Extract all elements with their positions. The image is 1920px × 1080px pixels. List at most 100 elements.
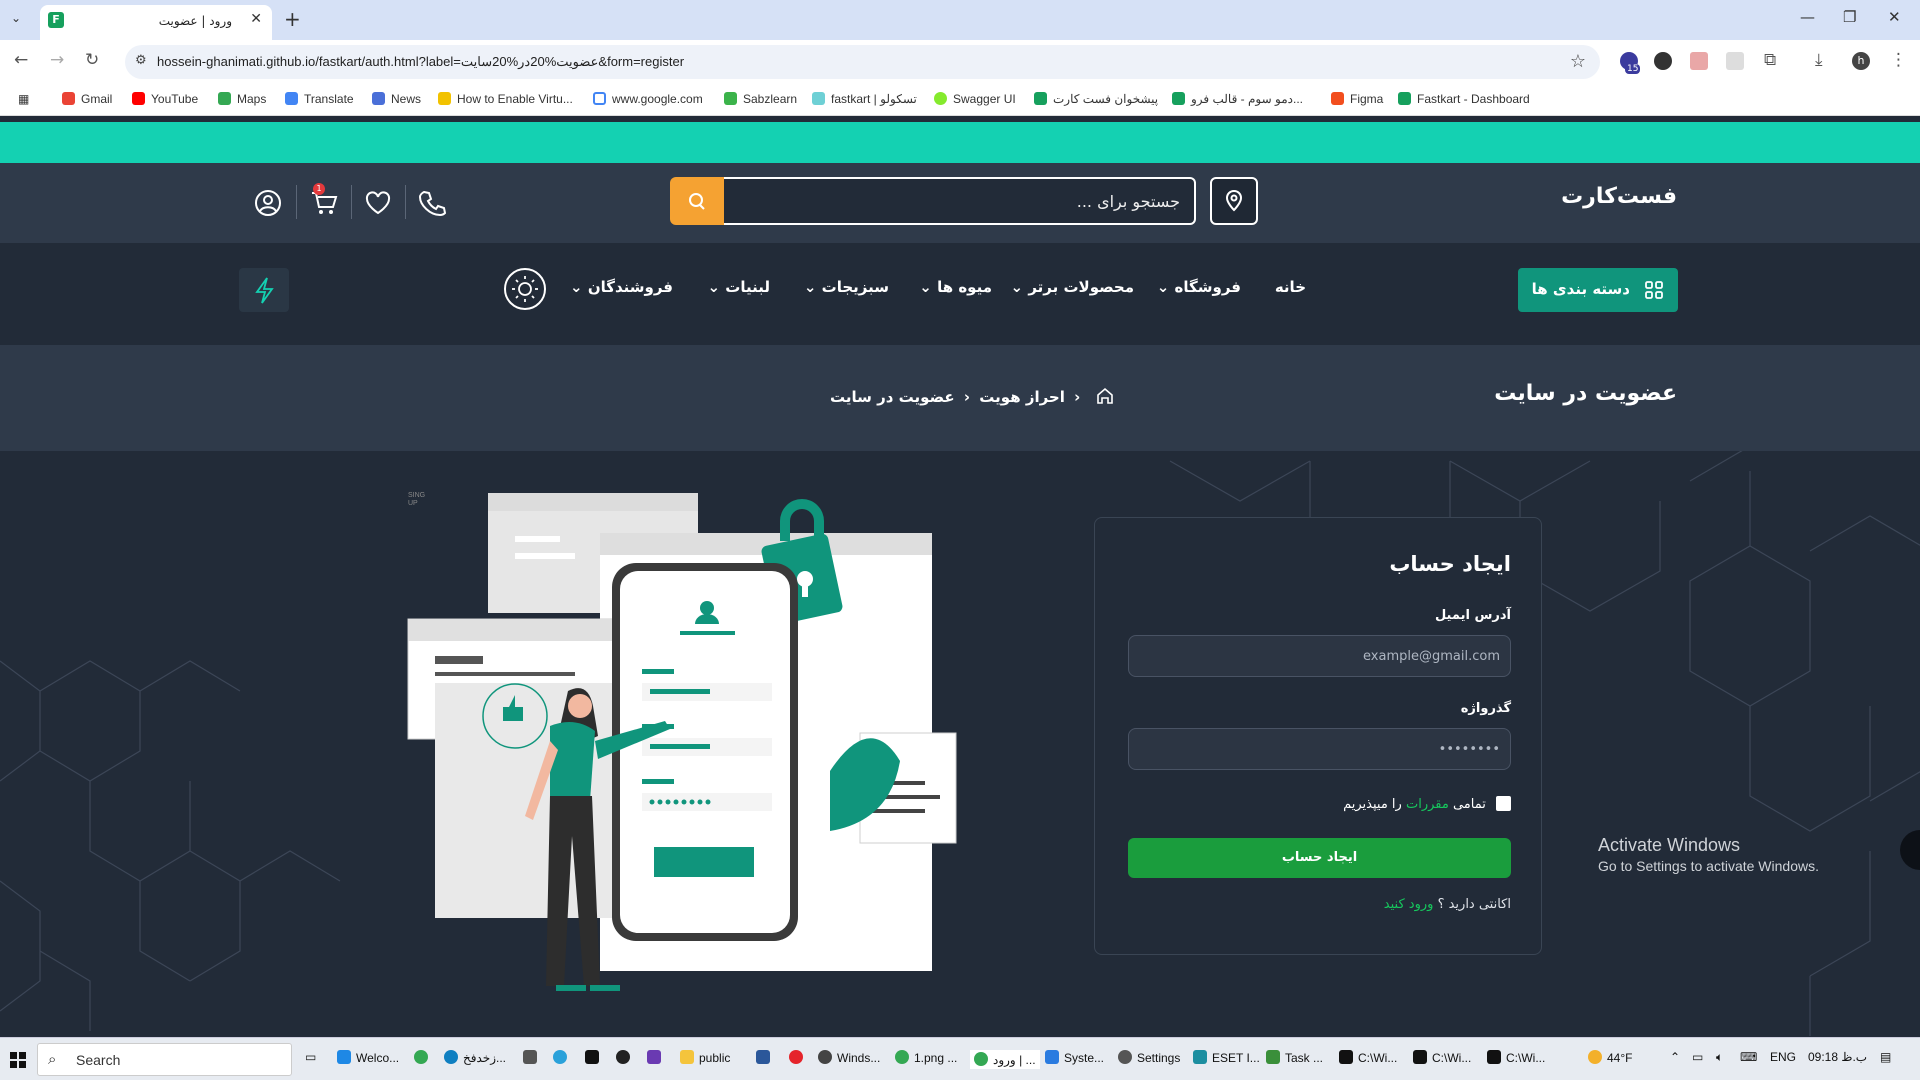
taskbar-app-edge[interactable]: زخدفخ... (444, 1050, 506, 1065)
taskbar-app-word[interactable] (756, 1050, 775, 1065)
user-icon[interactable] (254, 189, 282, 217)
create-account-button[interactable]: ایجاد حساب (1128, 838, 1511, 878)
bookmark-fastkart-dashboard[interactable]: Fastkart - Dashboard (1398, 92, 1530, 106)
bookmark-virtu[interactable]: How to Enable Virtu... (438, 92, 573, 106)
sun-icon (512, 276, 538, 302)
login-link[interactable]: ورود کنید (1384, 897, 1434, 912)
bookmark-news[interactable]: News (372, 92, 421, 106)
search-box (724, 177, 1196, 225)
nav-item-home[interactable]: خانه (1275, 278, 1306, 296)
minimize-icon[interactable]: — (1800, 8, 1815, 26)
terms-checkbox[interactable] (1496, 796, 1511, 811)
terms-link[interactable]: مقررات (1406, 797, 1449, 812)
task-view-icon[interactable]: ▭ (305, 1050, 316, 1064)
site-logo[interactable]: فست‌کارت (1561, 184, 1677, 209)
breadcrumb: ‹ احراز هویت ‹ عضویت در سایت (830, 387, 1114, 406)
bookmark-sabzlearn[interactable]: Sabzlearn (724, 92, 797, 106)
taskbar-app-store[interactable] (523, 1050, 542, 1065)
taskbar-app-opera[interactable] (789, 1050, 808, 1065)
email-input[interactable] (1129, 636, 1510, 676)
new-tab-icon[interactable]: + (284, 7, 301, 31)
theme-toggle-button[interactable] (504, 268, 546, 310)
search-input[interactable] (724, 179, 1194, 223)
taskbar-app-github[interactable] (616, 1050, 635, 1065)
breadcrumb-auth[interactable]: احراز هویت (979, 388, 1065, 406)
weather-widget[interactable]: 44°F (1588, 1050, 1632, 1065)
taskbar-app-system[interactable]: Syste... (1045, 1050, 1104, 1065)
keyboard-icon[interactable]: ⌨ (1740, 1050, 1757, 1064)
taskbar-app-cmd-3[interactable]: C:\Wi... (1487, 1050, 1545, 1065)
signup-illustration: SING UP (407, 492, 957, 991)
taskbar-app-png[interactable]: 1.png ... (895, 1050, 957, 1065)
taskbar-app-telegram[interactable] (553, 1050, 572, 1065)
search-button[interactable] (670, 177, 724, 225)
address-bar[interactable]: ⚙ hossein-ghanimati.github.io/fastkart/a… (125, 45, 1600, 79)
bookmark-google[interactable]: www.google.com (593, 92, 703, 106)
browser-toolbar: ← → ↻ ⚙ hossein-ghanimati.github.io/fast… (0, 40, 1920, 84)
network-icon[interactable]: ▭ (1692, 1050, 1703, 1064)
download-icon[interactable]: ⤓ (1815, 50, 1823, 70)
bookmark-figma[interactable]: Figma (1331, 92, 1383, 106)
taskbar-app-pycharm[interactable] (585, 1050, 604, 1065)
taskbar-app-explorer[interactable]: public (680, 1050, 730, 1065)
profile-avatar[interactable]: h (1852, 52, 1870, 70)
notifications-icon[interactable]: ▤ (1880, 1050, 1891, 1064)
email-field (1128, 635, 1511, 677)
bookmark-maps[interactable]: Maps (218, 92, 266, 106)
taskbar-search[interactable]: ⌕ Search (37, 1043, 292, 1076)
site-info-icon[interactable]: ⚙ (135, 53, 147, 68)
nav-item-shop[interactable]: فروشگاه ⌄ (1157, 278, 1241, 296)
bookmark-youtube[interactable]: YouTube (132, 92, 198, 106)
nav-item-top-products[interactable]: محصولات برتر ⌄ (1011, 278, 1134, 296)
deal-button[interactable] (239, 268, 289, 312)
wishlist-heart-icon[interactable] (364, 189, 392, 217)
close-window-icon[interactable]: ✕ (1888, 8, 1901, 26)
extension-icon-3[interactable] (1690, 52, 1708, 70)
nav-item-sellers[interactable]: فروشندگان ⌄ (570, 278, 673, 296)
bookmark-translate[interactable]: Translate (285, 92, 354, 106)
taskbar-app-vscode[interactable]: Welco... (337, 1050, 399, 1065)
windows-start-icon[interactable] (10, 1052, 26, 1068)
taskbar-app-settings[interactable]: Settings (1118, 1050, 1180, 1065)
location-button[interactable] (1210, 177, 1258, 225)
browser-tab[interactable]: F ورود | عضویت ✕ (40, 5, 272, 40)
close-tab-icon[interactable]: ✕ (250, 11, 262, 27)
taskbar-app-winds[interactable]: Winds... (818, 1050, 880, 1065)
taskbar-app-cmd-1[interactable]: C:\Wi... (1339, 1050, 1397, 1065)
taskbar-app-eset[interactable]: ESET I... (1193, 1050, 1260, 1065)
bookmark-gmail[interactable]: Gmail (62, 92, 112, 106)
extensions-puzzle-icon[interactable]: ⧉ (1764, 50, 1776, 70)
home-icon[interactable] (1096, 387, 1114, 405)
bookmark-fastkart-panel[interactable]: پیشخوان فست کارت (1034, 92, 1158, 106)
nav-item-vegetables[interactable]: سبزیجات ⌄ (804, 278, 889, 296)
extension-icon-2[interactable] (1654, 52, 1672, 70)
reload-icon[interactable]: ↻ (85, 50, 99, 70)
nav-item-fruits[interactable]: میوه ها ⌄ (919, 278, 992, 296)
apps-grid-icon[interactable]: ▦ (18, 92, 29, 106)
tray-chevron-icon[interactable]: ⌃ (1670, 1050, 1680, 1064)
extension-icon-4[interactable] (1726, 52, 1744, 70)
taskbar-app-taskmgr[interactable]: Task ... (1266, 1050, 1323, 1065)
restore-icon[interactable]: ❐ (1843, 8, 1856, 26)
menu-kebab-icon[interactable]: ⋮ (1890, 50, 1907, 70)
nav-item-dairy[interactable]: لبنیات ⌄ (707, 278, 770, 296)
password-input[interactable] (1129, 729, 1510, 769)
page-title: عضویت در سایت (1494, 381, 1677, 406)
language-indicator[interactable]: ENG (1770, 1050, 1796, 1064)
clock[interactable]: 09:18 ب.ظ (1808, 1050, 1867, 1064)
search-icon (689, 193, 705, 210)
tab-search-icon[interactable]: ⌄ (11, 11, 21, 25)
bookmark-swagger[interactable]: Swagger UI (934, 92, 1016, 106)
taskbar-app-cmd-2[interactable]: C:\Wi... (1413, 1050, 1471, 1065)
back-icon[interactable]: ← (14, 50, 28, 70)
bookmark-star-icon[interactable]: ☆ (1570, 51, 1586, 72)
bookmark-fastkart-tskolo[interactable]: fastkart | تسکولو (812, 92, 917, 106)
categories-button[interactable]: دسته بندی ها (1518, 268, 1678, 312)
taskbar-app-chrome[interactable] (414, 1050, 433, 1065)
taskbar-app-vs[interactable] (647, 1050, 666, 1065)
forward-icon[interactable]: → (50, 50, 64, 70)
taskbar-app-current-chrome[interactable]: ورود | ... (970, 1050, 1040, 1069)
bookmark-demo3[interactable]: دمو سوم - قالب فرو... (1172, 92, 1303, 106)
volume-icon[interactable]: 🔈︎ (1716, 1050, 1723, 1065)
phone-icon[interactable] (418, 189, 446, 217)
